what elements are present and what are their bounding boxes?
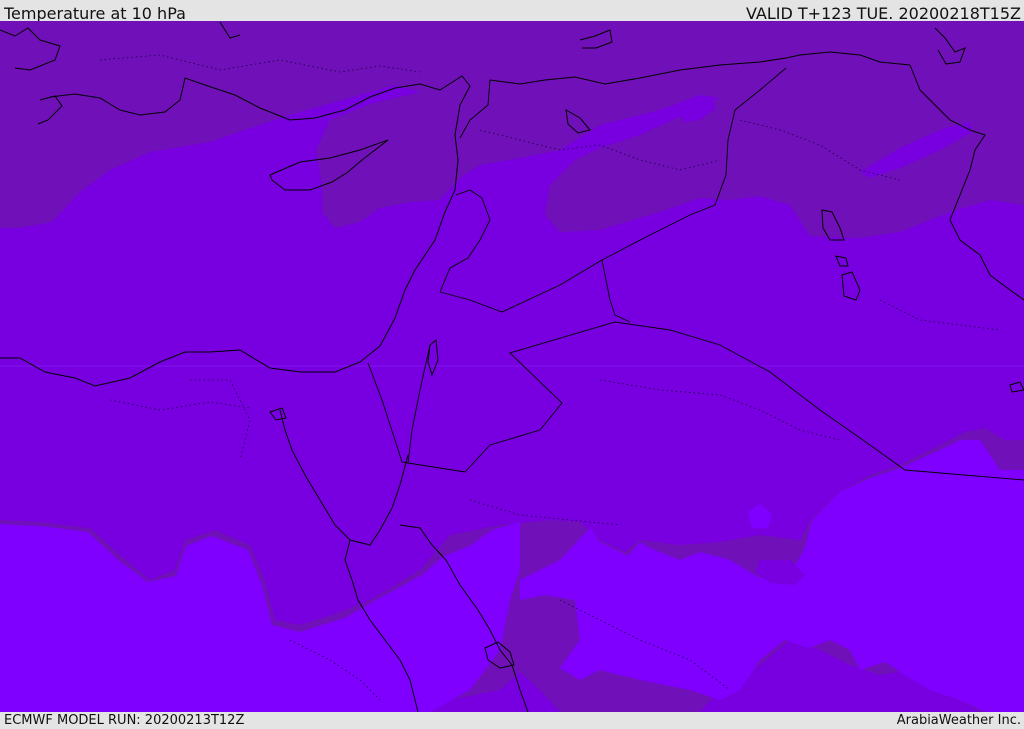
credit: ArabiaWeather Inc. (896, 713, 1021, 728)
valid-time: VALID T+123 TUE. 20200218T15Z (745, 4, 1021, 21)
header-bar: Temperature at 10 hPa VALID T+123 TUE. 2… (0, 0, 1024, 21)
footer-bar: ECMWF MODEL RUN: 20200213T12Z ArabiaWeat… (0, 712, 1024, 729)
map-title: Temperature at 10 hPa (4, 4, 186, 21)
weather-map (0, 21, 1024, 712)
model-run: ECMWF MODEL RUN: 20200213T12Z (4, 713, 245, 728)
